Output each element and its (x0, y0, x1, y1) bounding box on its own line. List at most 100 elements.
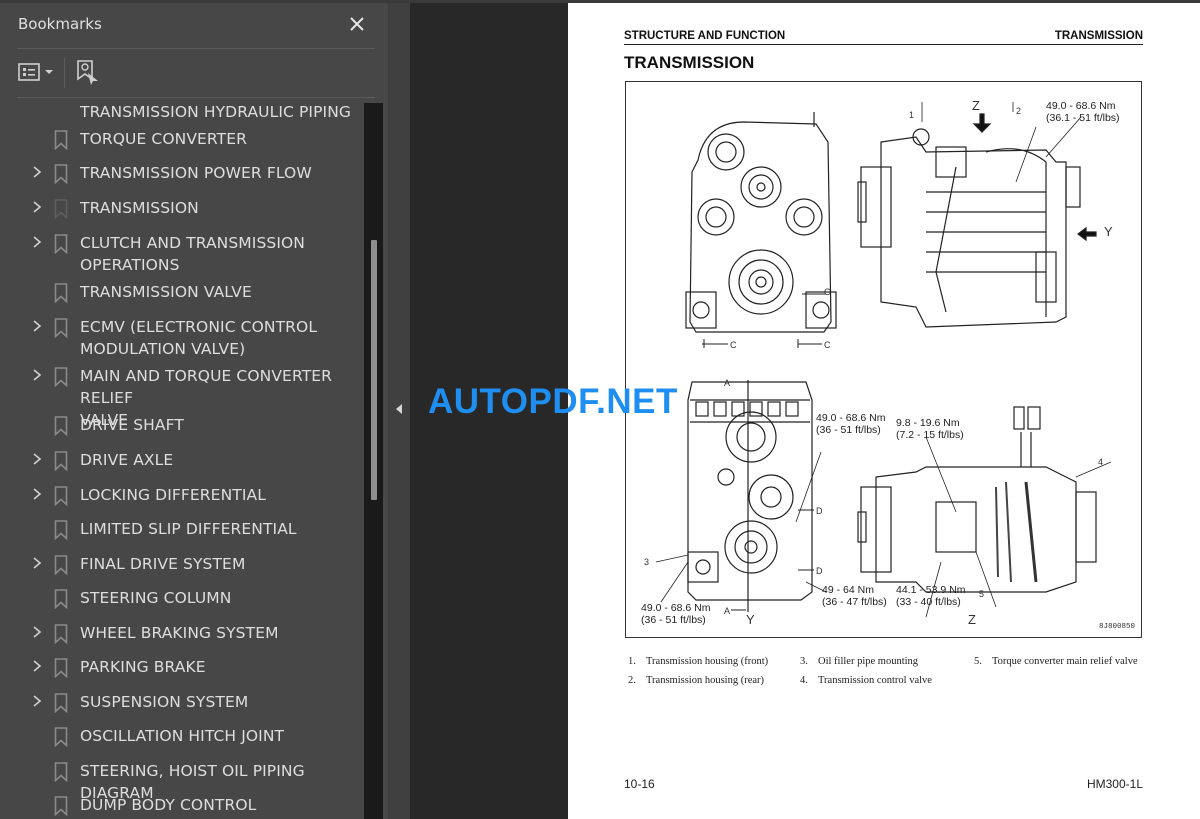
bookmark-label: DUMP BODY CONTROL (80, 796, 257, 814)
running-header-right: TRANSMISSION (1054, 30, 1143, 42)
section-mark-d1: D (816, 506, 823, 516)
chevron-right-icon[interactable] (32, 319, 44, 335)
bookmark-item[interactable]: LIMITED SLIP DIFFERENTIAL (0, 518, 364, 548)
bookmark-icon (54, 130, 68, 151)
bookmark-icon (54, 589, 68, 610)
bookmark-label: SUSPENSION SYSTEM (80, 693, 249, 711)
chevron-right-icon[interactable] (32, 556, 44, 572)
bookmark-item[interactable]: PARKING BRAKE (0, 656, 364, 686)
bookmark-scrollbar[interactable] (364, 103, 383, 819)
bookmark-item[interactable]: TRANSMISSION HYDRAULIC PIPING (0, 101, 364, 131)
section-mark-a1: A (724, 378, 731, 388)
chevron-right-icon[interactable] (32, 625, 44, 641)
torque-spec-4: 49 - 64 Nm (36 - 47 ft/lbs) (822, 584, 887, 608)
bookmark-icon (54, 762, 68, 783)
bookmark-item[interactable]: SUSPENSION SYSTEM (0, 691, 364, 721)
bookmark-label: FINAL DRIVE SYSTEM (80, 555, 246, 573)
torque-spec-3: 9.8 - 19.6 Nm (7.2 - 15 ft/lbs) (896, 417, 964, 441)
bookmark-label: WHEEL BRAKING SYSTEM (80, 624, 279, 642)
bookmark-icon (54, 624, 68, 645)
bookmark-label: OSCILLATION HITCH JOINT (80, 727, 285, 745)
find-current-bookmark-button[interactable] (76, 59, 100, 87)
bookmark-icon (54, 693, 68, 714)
torque-spec-2: 49.0 - 68.6 Nm (36 - 51 ft/lbs) (816, 412, 886, 436)
header-rule (624, 44, 1143, 45)
scrollbar-thumb[interactable] (371, 240, 377, 500)
legend-item: 2. Transmission housing (rear) (628, 675, 765, 686)
bookmark-item[interactable]: TORQUE CONVERTER (0, 128, 364, 158)
torque-spec-1: 49.0 - 68.6 Nm (36.1 - 51 ft/lbs) (1046, 100, 1120, 124)
legend-item: 4. Transmission control valve (800, 675, 932, 686)
section-mark-c3: C (824, 340, 831, 350)
bookmark-item[interactable]: STEERING COLUMN (0, 587, 364, 617)
bookmark-item[interactable]: DRIVE SHAFT (0, 414, 364, 444)
transmission-figure: 49.0 - 68.6 Nm (36.1 - 51 ft/lbs) 49.0 - … (625, 81, 1142, 638)
close-icon (350, 17, 364, 31)
bookmark-item[interactable]: LOCKING DIFFERENTIAL (0, 484, 364, 514)
bookmark-icon (54, 367, 68, 388)
bookmark-item[interactable]: WHEEL BRAKING SYSTEM (0, 622, 364, 652)
bookmark-item[interactable]: DUMP BODY CONTROL (0, 794, 364, 819)
bookmark-label: TRANSMISSION HYDRAULIC PIPING (80, 103, 352, 121)
page-title: TRANSMISSION (624, 53, 755, 72)
bookmark-item[interactable]: TRANSMISSION VALVE (0, 281, 364, 311)
part-number-4: 4 (1098, 457, 1104, 467)
bookmark-label: DRIVE SHAFT (80, 416, 184, 434)
chevron-right-icon[interactable] (32, 487, 44, 503)
bookmark-item[interactable]: FINAL DRIVE SYSTEM (0, 553, 364, 583)
bookmark-label: CLUTCH AND TRANSMISSION OPERATIONS (80, 234, 305, 274)
bookmark-label: TRANSMISSION (80, 199, 199, 217)
bookmark-item[interactable]: TRANSMISSION POWER FLOW (0, 162, 364, 192)
part-number-5: 5 (979, 589, 985, 599)
chevron-right-icon[interactable] (32, 200, 44, 216)
bookmark-item[interactable]: TRANSMISSION (0, 197, 364, 227)
page-number: 10-16 (624, 777, 655, 791)
bookmark-icon (54, 658, 68, 679)
chevron-right-icon[interactable] (32, 165, 44, 181)
chevron-right-icon[interactable] (32, 694, 44, 710)
legend-item: 1. Transmission housing (front) (628, 656, 769, 667)
bookmark-label: TRANSMISSION POWER FLOW (80, 164, 312, 182)
part-number-3: 3 (644, 557, 650, 567)
bookmark-icon (54, 283, 68, 304)
bookmark-icon (54, 318, 68, 339)
chevron-right-icon[interactable] (32, 235, 44, 251)
collapse-panel-button[interactable] (389, 3, 410, 819)
bookmark-label: DRIVE AXLE (80, 451, 174, 469)
bookmark-label: PARKING BRAKE (80, 658, 206, 676)
toolbar-divider (64, 58, 65, 88)
bookmark-item[interactable]: OSCILLATION HITCH JOINT (0, 725, 364, 755)
bookmark-item[interactable]: DRIVE AXLE (0, 449, 364, 479)
view-label-y-side: Y (1104, 224, 1113, 239)
section-mark-a2: A (724, 606, 731, 616)
close-panel-button[interactable] (346, 13, 368, 35)
section-mark-c2: C (730, 340, 737, 350)
part-number-1: 1 (909, 110, 915, 120)
bookmark-options-button[interactable] (18, 61, 58, 85)
bookmark-icon (54, 164, 68, 185)
running-header-left: STRUCTURE AND FUNCTION (624, 30, 786, 42)
torque-spec-6: 49.0 - 68.6 Nm (36 - 51 ft/lbs) (641, 602, 711, 626)
bookmarks-panel: Bookmarks TRANSMISSION HYDRAULIC PIPING T… (0, 3, 389, 819)
bookmark-item[interactable]: MAIN AND TORQUE CONVERTER RELIEF VALVE (0, 365, 364, 429)
bookmark-icon (54, 520, 68, 541)
view-label-z-top: Z (972, 98, 980, 113)
bookmark-icon (54, 451, 68, 472)
chevron-right-icon[interactable] (32, 452, 44, 468)
bookmark-icon (54, 234, 68, 255)
chevron-right-icon[interactable] (32, 368, 44, 384)
bookmark-item[interactable]: STEERING, HOIST OIL PIPING DIAGRAM (0, 760, 364, 802)
header-divider (17, 48, 375, 49)
bookmark-item[interactable]: CLUTCH AND TRANSMISSION OPERATIONS (0, 232, 364, 278)
chevron-right-icon[interactable] (32, 659, 44, 675)
bookmark-item[interactable]: ECMV (ELECTRONIC CONTROL MODULATION VALVE… (0, 316, 364, 362)
bookmark-icon (54, 416, 68, 437)
view-label-y-bottom: Y (746, 612, 755, 627)
bookmark-icon (54, 486, 68, 507)
legend-item: 5. Torque converter main relief valve (974, 656, 1138, 667)
view-label-z-bottom: Z (968, 612, 976, 627)
bookmark-label: TRANSMISSION VALVE (80, 283, 252, 301)
section-mark-c1: C (824, 287, 831, 297)
bookmark-list: TRANSMISSION HYDRAULIC PIPING TORQUE CONV… (0, 98, 364, 819)
find-current-bookmark-icon (77, 60, 98, 85)
